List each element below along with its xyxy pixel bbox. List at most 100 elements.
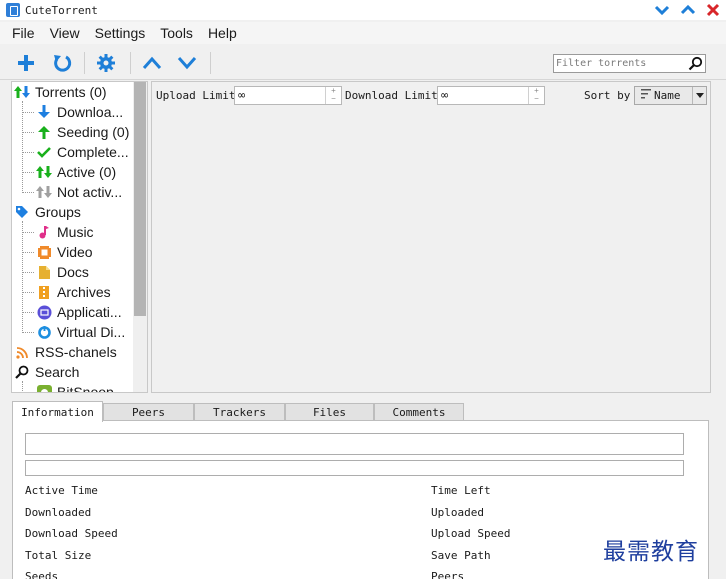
- save-path-label: Save Path: [431, 549, 491, 562]
- spin-arrows[interactable]: + −: [325, 87, 341, 104]
- download-limit-label: Download Limit: [345, 89, 438, 102]
- menu-bar: File View Settings Tools Help: [0, 22, 726, 44]
- sidebar-item-label: Applicati...: [57, 304, 122, 320]
- video-icon: [36, 244, 52, 260]
- sort-by-label: Sort by: [584, 89, 631, 102]
- sidebar-item-label: Downloa...: [57, 104, 124, 120]
- tree-line: [23, 392, 34, 393]
- menu-tools[interactable]: Tools: [160, 25, 193, 41]
- sidebar-item-search[interactable]: Search: [12, 362, 134, 382]
- search-icon[interactable]: [688, 56, 703, 74]
- chevron-down-icon[interactable]: [692, 87, 706, 104]
- upload-limit-spinbox[interactable]: ∞ + −: [234, 86, 342, 105]
- sidebar-item-label: RSS-chanels: [35, 344, 117, 360]
- tab-information[interactable]: Information: [12, 401, 103, 422]
- settings-button[interactable]: [94, 51, 118, 75]
- spin-down-icon[interactable]: −: [326, 95, 341, 103]
- menu-view[interactable]: View: [50, 25, 80, 41]
- upload-limit-value: ∞: [238, 88, 246, 102]
- disc-icon: [36, 324, 52, 340]
- tab-peers[interactable]: Peers: [103, 403, 194, 421]
- check-icon: [36, 144, 52, 160]
- sort-icon: [641, 88, 651, 103]
- window-title: CuteTorrent: [25, 3, 98, 17]
- window-controls: [654, 0, 720, 20]
- refresh-icon: [54, 55, 72, 72]
- menu-settings[interactable]: Settings: [95, 25, 146, 41]
- sidebar-item-completed[interactable]: Complete...: [12, 142, 134, 162]
- progress-bar: [25, 433, 684, 455]
- sidebar-item-groups[interactable]: Groups: [12, 202, 134, 222]
- sidebar-item-label: Archives: [57, 284, 111, 300]
- sidebar-item-torrents[interactable]: Torrents (0): [12, 82, 134, 102]
- sidebar-item-bitsnoop[interactable]: BitSnoop: [12, 382, 134, 393]
- sidebar-item-label: Complete...: [57, 144, 129, 160]
- download-limit-value: ∞: [441, 88, 449, 102]
- app-logo-icon: [6, 3, 20, 17]
- move-up-button[interactable]: [140, 51, 164, 75]
- upload-speed-label: Upload Speed: [431, 527, 511, 540]
- sidebar-item-not-active[interactable]: Not activ...: [12, 182, 134, 202]
- sidebar-item-label: Not activ...: [57, 184, 123, 200]
- sidebar-item-downloading[interactable]: Downloa...: [12, 102, 134, 122]
- download-arrow-icon: [36, 104, 52, 120]
- sidebar-item-label: Groups: [35, 204, 81, 220]
- sidebar-item-label: Search: [35, 364, 80, 380]
- torrents-arrows-icon: [14, 84, 30, 100]
- upload-limit-label: Upload Limit: [156, 89, 236, 102]
- active-arrows-icon: [36, 164, 52, 180]
- add-icon: [18, 55, 34, 71]
- sidebar-item-archives[interactable]: Archives: [12, 282, 134, 302]
- active-time-label: Active Time: [25, 484, 98, 497]
- tab-comments[interactable]: Comments: [374, 403, 464, 421]
- sidebar-item-label: Virtual Di...: [57, 324, 126, 340]
- menu-file[interactable]: File: [12, 25, 35, 41]
- torrent-list[interactable]: [152, 109, 710, 392]
- download-limit-spinbox[interactable]: ∞ + −: [437, 86, 545, 105]
- toolbar-separator: [210, 52, 211, 74]
- maximize-chevron-icon[interactable]: [680, 4, 696, 16]
- sidebar-item-docs[interactable]: Docs: [12, 262, 134, 282]
- upload-arrow-icon: [36, 124, 52, 140]
- refresh-button[interactable]: [50, 51, 74, 75]
- sidebar-item-label: Active (0): [57, 164, 117, 180]
- toolbar-separator: [130, 52, 131, 74]
- download-speed-label: Download Speed: [25, 527, 118, 540]
- sidebar-item-active[interactable]: Active (0): [12, 162, 134, 182]
- sidebar-item-video[interactable]: Video: [12, 242, 134, 262]
- move-down-button[interactable]: [175, 51, 199, 75]
- close-icon[interactable]: [706, 3, 720, 17]
- spin-down-icon[interactable]: −: [529, 95, 544, 103]
- sidebar-item-label: Music: [57, 224, 94, 240]
- filter-torrents-input[interactable]: [556, 56, 684, 71]
- total-size-label: Total Size: [25, 549, 92, 562]
- rss-icon: [14, 344, 30, 360]
- uploaded-label: Uploaded: [431, 506, 484, 519]
- minimize-chevron-icon[interactable]: [654, 4, 670, 16]
- toolbar-separator: [84, 52, 85, 74]
- tab-trackers[interactable]: Trackers: [194, 403, 285, 421]
- time-left-label: Time Left: [431, 484, 491, 497]
- sidebar-item-virtual-disc[interactable]: Virtual Di...: [12, 322, 134, 342]
- sidebar-item-seeding[interactable]: Seeding (0): [12, 122, 134, 142]
- sidebar-item-label: Video: [57, 244, 93, 260]
- sidebar-item-music[interactable]: Music: [12, 222, 134, 242]
- menu-help[interactable]: Help: [208, 25, 237, 41]
- panel-splitter[interactable]: [0, 395, 726, 398]
- spin-arrows[interactable]: + −: [528, 87, 544, 104]
- sort-by-select[interactable]: Name: [634, 86, 707, 105]
- add-torrent-button[interactable]: [14, 51, 38, 75]
- tab-files[interactable]: Files: [285, 403, 374, 421]
- sidebar-item-label: BitSnoop: [57, 384, 114, 393]
- application-icon: [36, 304, 52, 320]
- limits-bar: Upload Limit ∞ + − Download Limit ∞ + − So…: [152, 82, 710, 109]
- sidebar-scrollbar[interactable]: [133, 82, 147, 392]
- sidebar-item-rss[interactable]: RSS-chanels: [12, 342, 134, 362]
- sidebar-item-applications[interactable]: Applicati...: [12, 302, 134, 322]
- move-up-icon: [142, 56, 162, 69]
- seeds-label: Seeds: [25, 570, 59, 579]
- scrollbar-thumb[interactable]: [134, 82, 146, 316]
- settings-icon: [97, 54, 115, 72]
- archive-icon: [36, 284, 52, 300]
- music-icon: [36, 224, 52, 240]
